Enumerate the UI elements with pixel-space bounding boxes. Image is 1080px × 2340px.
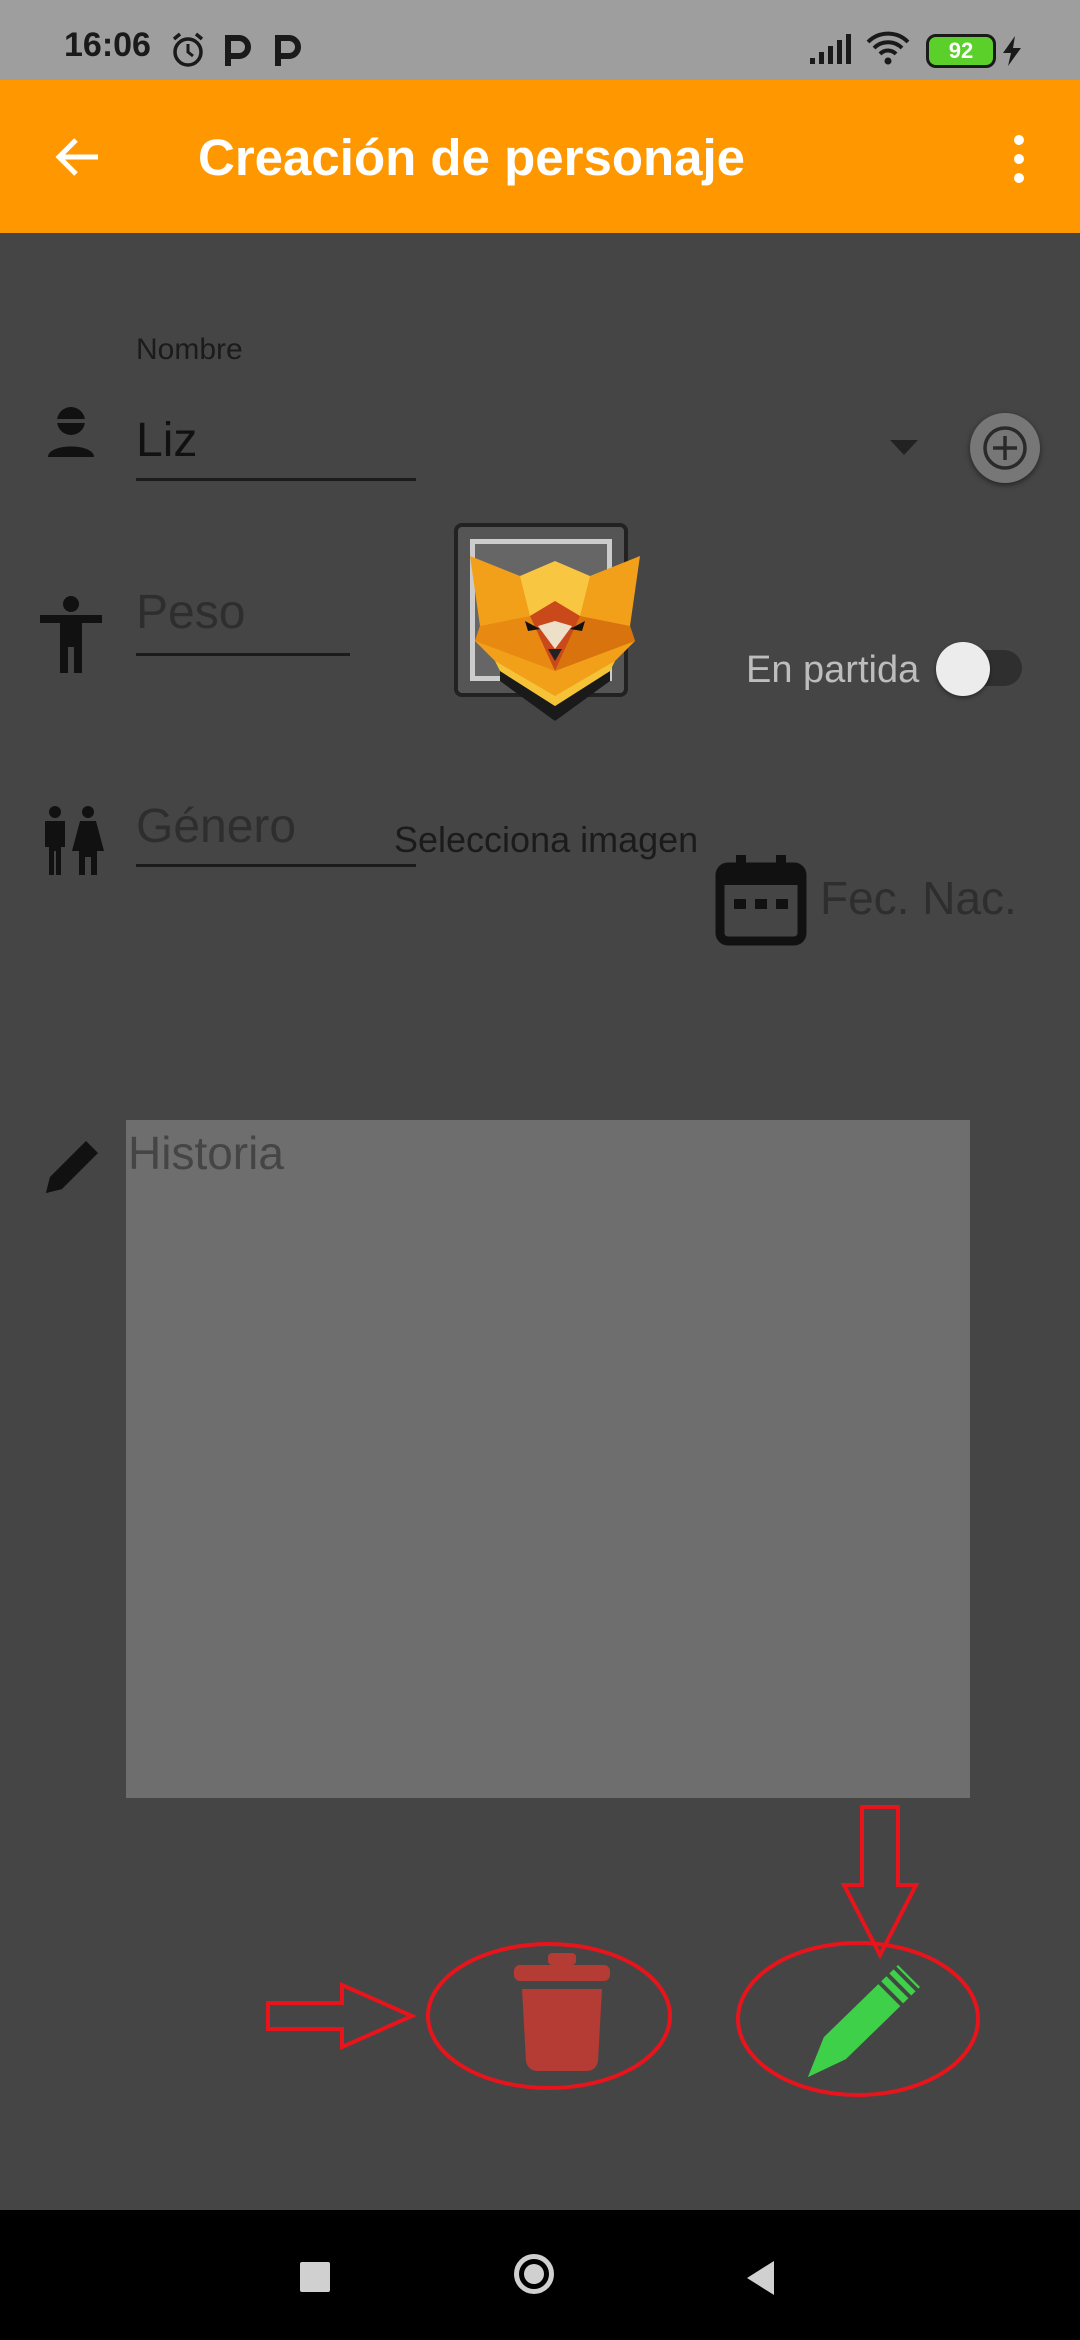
fox-logo-icon bbox=[470, 556, 640, 721]
genero-underline bbox=[136, 864, 416, 867]
person-icon bbox=[48, 407, 94, 457]
add-character-button[interactable] bbox=[970, 413, 1040, 483]
calendar-icon[interactable] bbox=[714, 853, 808, 947]
accessibility-icon bbox=[40, 596, 102, 673]
alarm-icon bbox=[172, 32, 204, 67]
parking-app-icon-2 bbox=[275, 35, 301, 66]
nav-back-icon[interactable] bbox=[744, 2258, 778, 2298]
signal-icon bbox=[810, 34, 851, 64]
battery-indicator: 92 bbox=[926, 34, 996, 68]
en-partida-toggle[interactable] bbox=[936, 642, 1022, 696]
en-partida-label: En partida bbox=[746, 649, 920, 691]
peso-underline bbox=[136, 653, 350, 656]
fec-nac-field[interactable]: Fec. Nac. bbox=[820, 871, 1017, 925]
status-bar: 16:06 92 bbox=[0, 0, 1080, 80]
app-bar: Creación de personaje bbox=[0, 80, 1080, 233]
parking-app-icon bbox=[225, 35, 251, 66]
back-arrow-icon[interactable] bbox=[50, 130, 104, 184]
form-content: Nombre Liz Peso En partida Género Selecc… bbox=[0, 233, 1080, 2210]
wc-icon bbox=[45, 806, 104, 875]
toggle-thumb bbox=[936, 642, 990, 696]
historia-placeholder: Historia bbox=[128, 1127, 284, 1179]
nombre-underline bbox=[136, 478, 416, 481]
edit-pencil-icon[interactable] bbox=[800, 1951, 930, 2085]
annotation-arrow-right bbox=[266, 1981, 417, 2051]
dropdown-arrow-icon[interactable] bbox=[888, 438, 920, 458]
nombre-input[interactable]: Liz bbox=[136, 413, 197, 468]
nav-circle-icon[interactable] bbox=[514, 2254, 554, 2294]
trash-icon[interactable] bbox=[510, 1949, 614, 2073]
nav-square-icon[interactable] bbox=[300, 2262, 330, 2292]
character-image[interactable] bbox=[454, 523, 640, 721]
charging-icon bbox=[1003, 36, 1021, 66]
pencil-icon bbox=[46, 1141, 98, 1193]
status-time: 16:06 bbox=[64, 26, 151, 64]
wifi-icon bbox=[866, 31, 910, 65]
select-image-label[interactable]: Selecciona imagen bbox=[394, 819, 698, 861]
navigation-bar bbox=[0, 2210, 1080, 2340]
nombre-label: Nombre bbox=[136, 333, 243, 366]
genero-input[interactable]: Género bbox=[136, 799, 296, 854]
page-title: Creación de personaje bbox=[198, 129, 746, 186]
more-vert-icon[interactable] bbox=[1006, 132, 1032, 186]
add-circle-icon bbox=[983, 426, 1027, 470]
historia-textarea[interactable]: Historia bbox=[126, 1120, 970, 1798]
peso-input[interactable]: Peso bbox=[136, 585, 245, 640]
